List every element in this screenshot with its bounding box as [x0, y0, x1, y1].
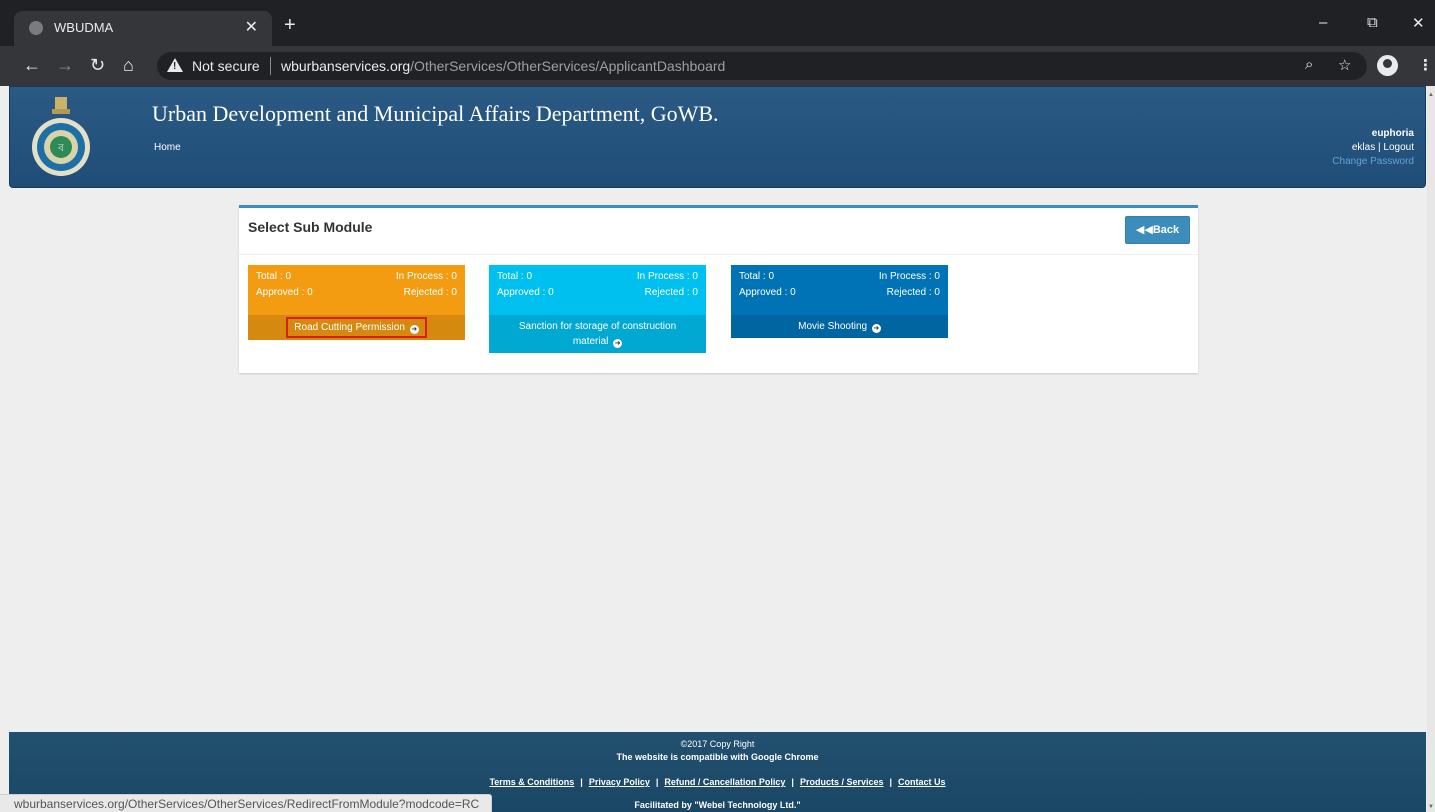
- user-separator: |: [1378, 142, 1381, 153]
- arrow-circle-right-icon: ➜: [871, 324, 881, 333]
- double-left-arrow-icon: ◀◀: [1135, 224, 1153, 236]
- total-count: Total : 0: [739, 271, 775, 282]
- copyright-text: ©2017 Copy Right: [680, 739, 755, 749]
- browser-tabstrip: WBUDMA ✕ + – ⧉ ✕: [0, 0, 1435, 46]
- module-name: Road Cutting Permission: [294, 322, 405, 333]
- link-separator: |: [655, 777, 659, 787]
- svg-text:ব: ব: [57, 143, 64, 154]
- url-path: /OtherServices/OtherServices/ApplicantDa…: [410, 58, 726, 74]
- browser-toolbar: ← → ↻ ⌂ ! Not secure wburbanservices.org…: [0, 46, 1435, 86]
- approved-count: Approved : 0: [256, 287, 313, 298]
- module-name: Sanction for storage of construction mat…: [518, 321, 677, 347]
- page-viewport: ব Urban Development and Municipal Affair…: [0, 86, 1435, 812]
- products-link[interactable]: Products / Services: [800, 777, 884, 787]
- link-status-bubble: wburbanservices.org/OtherServices/OtherS…: [0, 794, 493, 812]
- sub-module-panel: Select Sub Module ◀◀Back Total : 0 In Pr…: [239, 205, 1198, 373]
- home-icon[interactable]: ⌂: [123, 55, 134, 75]
- star-icon[interactable]: ☆: [1338, 56, 1351, 74]
- state-emblem-logo: ব: [32, 97, 90, 176]
- site-header: ব Urban Development and Municipal Affair…: [9, 86, 1426, 188]
- contact-link[interactable]: Contact Us: [898, 777, 946, 787]
- in-process-count: In Process : 0: [636, 271, 698, 282]
- forward-arrow-icon[interactable]: →: [56, 55, 74, 75]
- in-process-count: In Process : 0: [878, 271, 940, 282]
- browser-tab[interactable]: WBUDMA ✕: [14, 11, 272, 46]
- in-process-count: In Process : 0: [395, 271, 457, 282]
- module-name: Movie Shooting: [798, 321, 868, 332]
- not-secure-label: Not secure: [192, 58, 260, 74]
- module-card-road-cutting: Total : 0 In Process : 0 Approved : 0 Re…: [248, 265, 465, 340]
- back-arrow-icon[interactable]: ←: [23, 55, 41, 75]
- url-text[interactable]: wburbanservices.org/OtherServices/OtherS…: [281, 58, 725, 74]
- reload-icon[interactable]: ↻: [90, 55, 105, 75]
- address-bar[interactable]: ! Not secure wburbanservices.org/OtherSe…: [157, 52, 1367, 80]
- logout-link[interactable]: Logout: [1383, 142, 1414, 153]
- selection-highlight: Road Cutting Permission ➜: [286, 317, 427, 338]
- warning-icon: !: [167, 58, 183, 72]
- link-separator: |: [791, 777, 794, 787]
- scroll-up-icon[interactable]: ▲: [1428, 92, 1434, 98]
- rejected-count: Rejected : 0: [644, 287, 698, 298]
- site-title: Urban Development and Municipal Affairs …: [152, 101, 719, 126]
- username: euphoria: [1371, 128, 1414, 139]
- globe-icon: [29, 21, 43, 35]
- panel-header: Select Sub Module ◀◀Back: [239, 208, 1198, 255]
- back-button[interactable]: ◀◀Back: [1125, 216, 1190, 244]
- arrow-circle-right-icon: ➜: [409, 325, 419, 334]
- arrow-circle-right-icon: ➜: [613, 339, 623, 348]
- omnibox-separator: [270, 57, 271, 75]
- user-info: euphoria eklas | Logout Change Password: [1332, 127, 1414, 169]
- home-link[interactable]: Home: [154, 142, 181, 153]
- refund-link[interactable]: Refund / Cancellation Policy: [664, 777, 785, 787]
- profile-link[interactable]: eklas: [1352, 142, 1375, 153]
- link-separator: |: [889, 777, 893, 787]
- tab-close-icon[interactable]: ✕: [245, 17, 258, 37]
- page-scrollbar[interactable]: ▲ ▼: [1427, 86, 1435, 812]
- back-button-label: Back: [1152, 224, 1180, 236]
- rejected-count: Rejected : 0: [403, 287, 457, 298]
- road-cutting-permission-link[interactable]: Road Cutting Permission ➜: [248, 315, 465, 340]
- terms-link[interactable]: Terms & Conditions: [489, 777, 574, 787]
- tab-title: WBUDMA: [54, 20, 114, 35]
- panel-title: Select Sub Module: [248, 219, 373, 235]
- privacy-link[interactable]: Privacy Policy: [589, 777, 650, 787]
- approved-count: Approved : 0: [497, 287, 554, 298]
- menu-icon[interactable]: ⋮: [1418, 56, 1433, 74]
- compatibility-note: The website is compatible with Google Ch…: [616, 752, 819, 762]
- total-count: Total : 0: [256, 271, 292, 282]
- storage-sanction-link[interactable]: Sanction for storage of construction mat…: [489, 315, 706, 353]
- profile-icon[interactable]: [1377, 55, 1398, 76]
- footer-links: Terms & Conditions | Privacy Policy | Refund…: [9, 777, 1426, 787]
- scroll-down-icon[interactable]: ▼: [1428, 804, 1434, 810]
- module-card-storage-sanction: Total : 0 In Process : 0 Approved : 0 Re…: [489, 265, 706, 353]
- user-links: eklas | Logout: [1332, 141, 1414, 155]
- restore-icon[interactable]: ⧉: [1367, 14, 1378, 31]
- close-icon[interactable]: ✕: [1412, 14, 1425, 32]
- minimize-icon[interactable]: –: [1319, 14, 1327, 31]
- movie-shooting-link[interactable]: Movie Shooting ➜: [731, 315, 948, 338]
- zoom-icon[interactable]: ⌕: [1305, 56, 1313, 73]
- approved-count: Approved : 0: [739, 287, 796, 298]
- total-count: Total : 0: [497, 271, 533, 282]
- change-password-link[interactable]: Change Password: [1332, 155, 1414, 169]
- rejected-count: Rejected : 0: [886, 287, 940, 298]
- url-domain: wburbanservices.org: [281, 58, 411, 74]
- link-separator: |: [580, 777, 583, 787]
- module-card-movie-shooting: Total : 0 In Process : 0 Approved : 0 Re…: [731, 265, 948, 338]
- new-tab-button[interactable]: +: [284, 15, 296, 35]
